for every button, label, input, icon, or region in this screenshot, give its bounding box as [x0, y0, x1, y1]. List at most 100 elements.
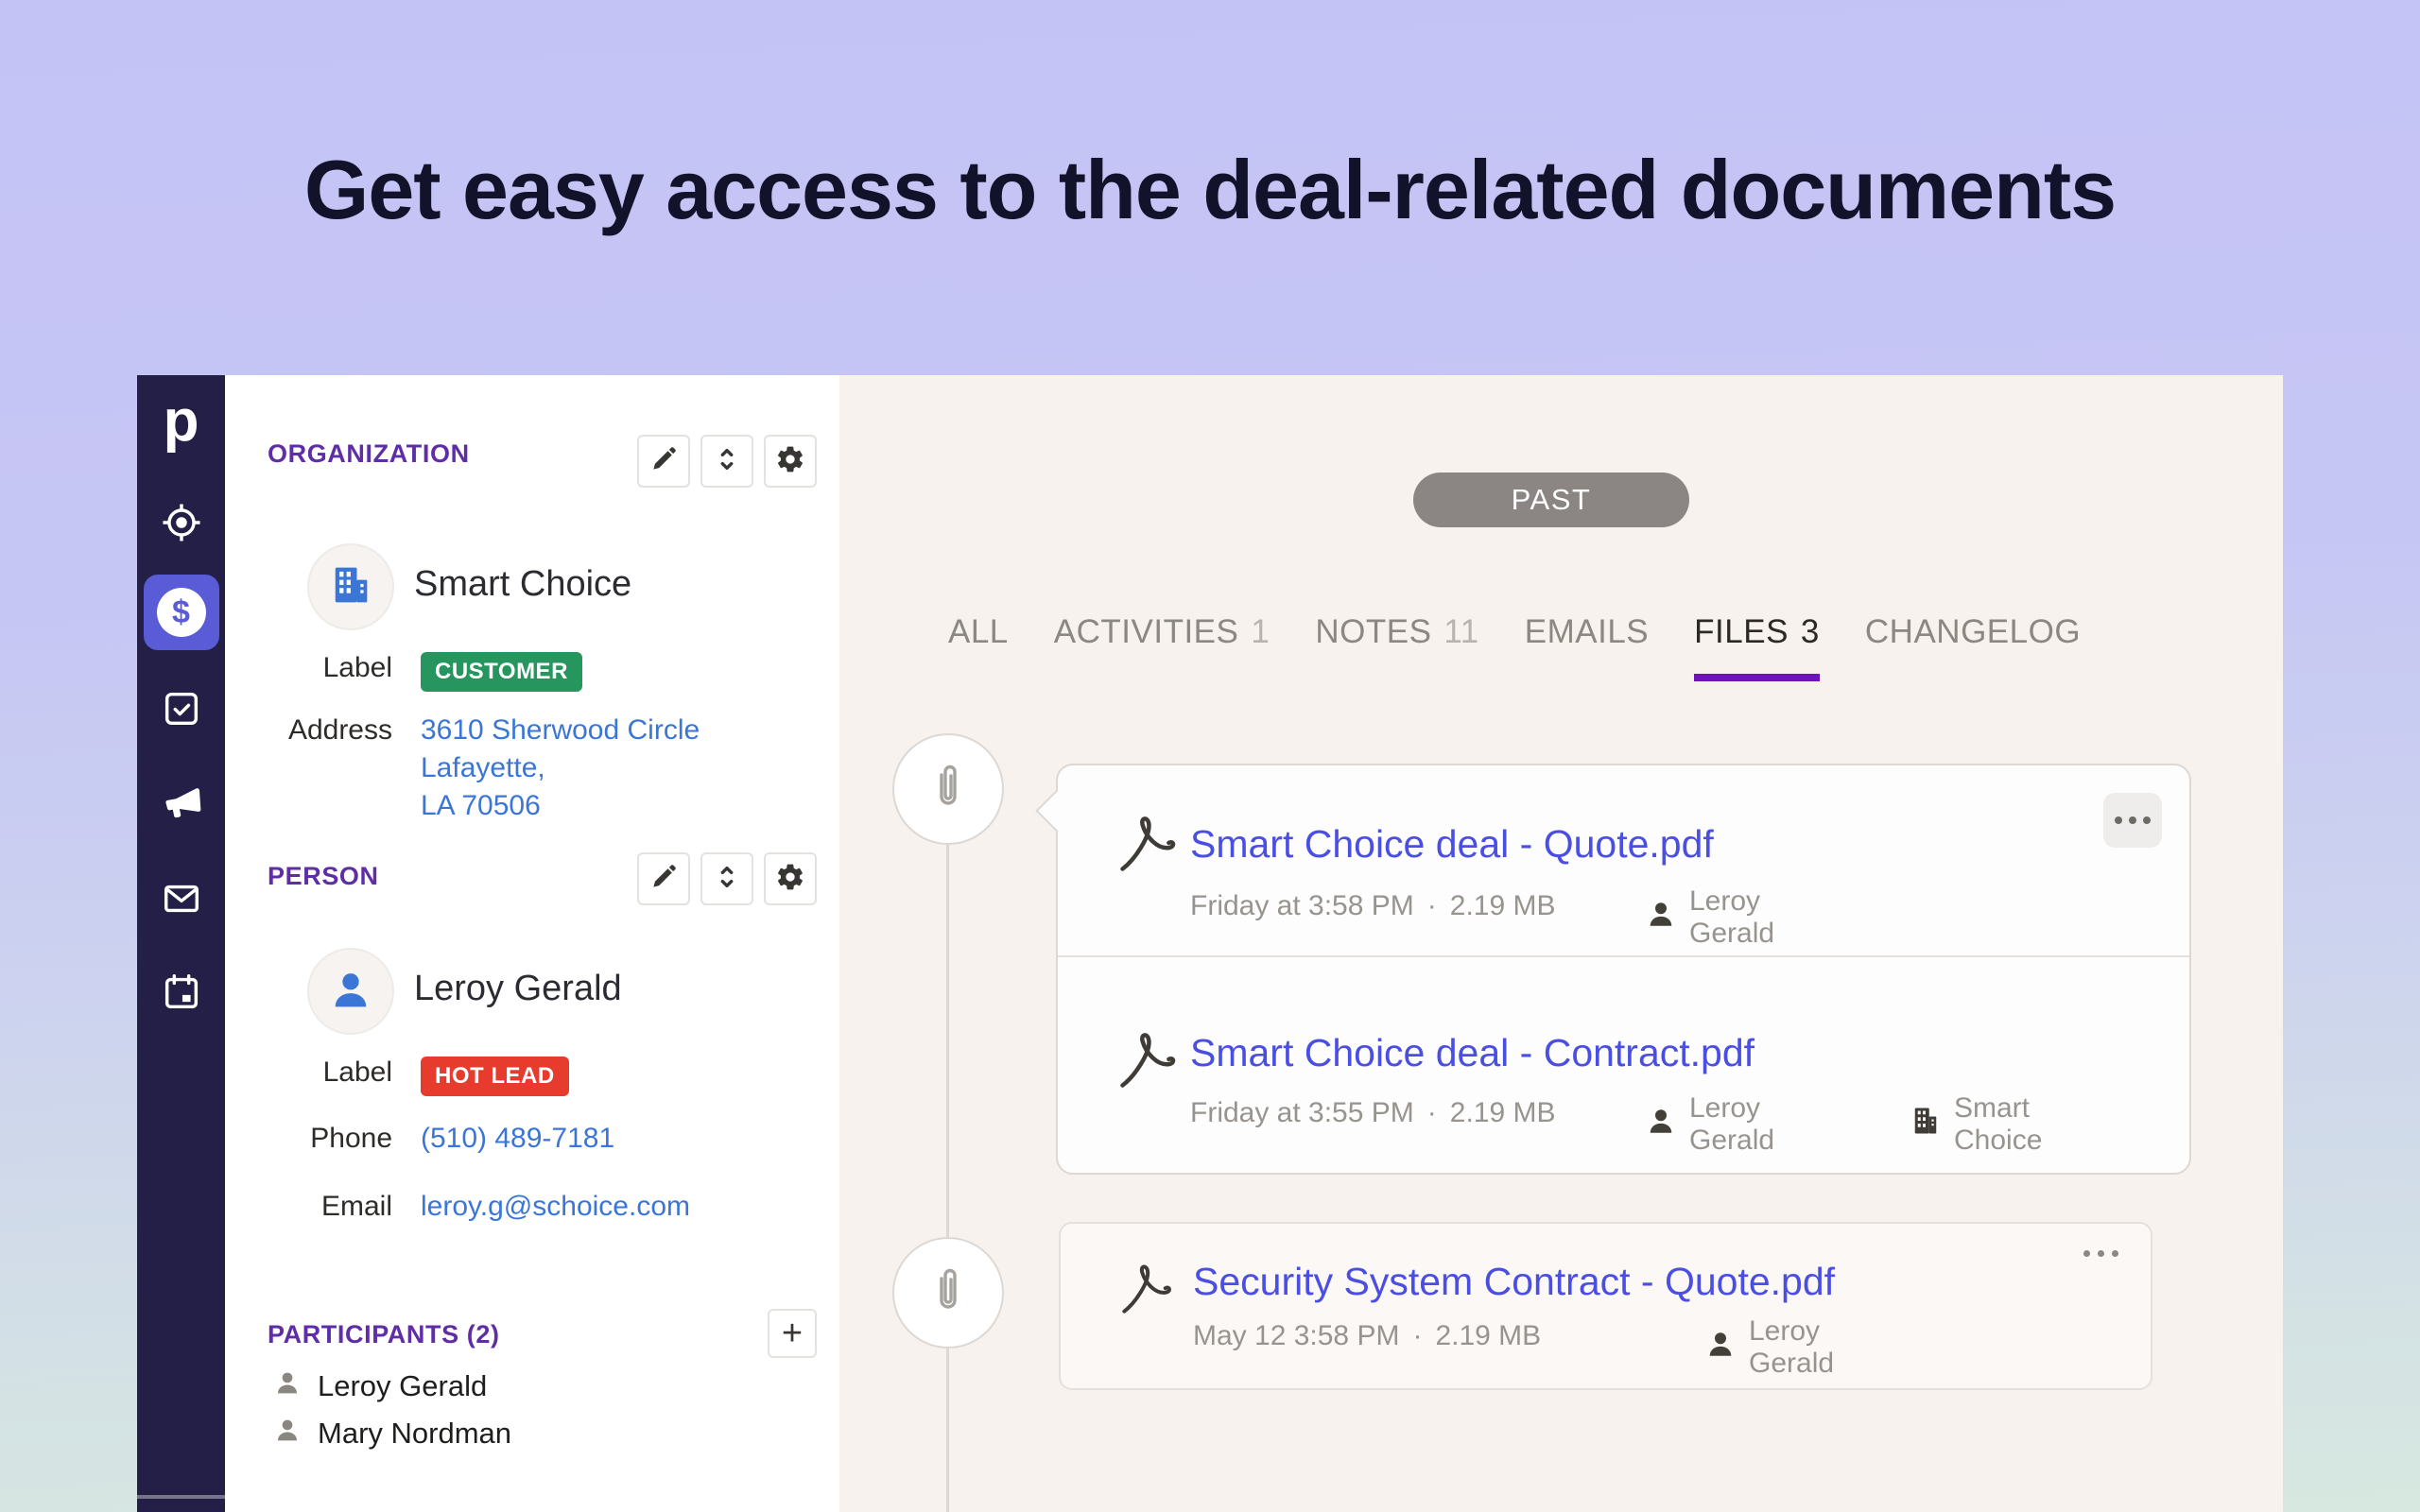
active-nav-highlight: $ [144, 575, 219, 650]
field-label: Label [268, 1054, 392, 1091]
file-more-button[interactable] [2103, 793, 2162, 848]
tab-emails[interactable]: EMAILS [1525, 613, 1649, 681]
person-icon [272, 1415, 302, 1452]
tab-label: FILES [1694, 613, 1789, 651]
person-section-header: PERSON [268, 862, 379, 891]
organization-settings-button[interactable] [764, 435, 817, 488]
sidebar-item-activities[interactable] [137, 678, 225, 744]
pdf-file-icon [1115, 1258, 1176, 1322]
person-icon [1703, 1327, 1737, 1368]
tab-notes[interactable]: NOTES11 [1315, 613, 1478, 681]
gear-icon [775, 862, 805, 897]
field-label: Address [268, 712, 392, 749]
participants-section-header: PARTICIPANTS (2) [268, 1320, 500, 1349]
tab-activities[interactable]: ACTIVITIES1 [1054, 613, 1270, 681]
organization-section-header: ORGANIZATION [268, 439, 470, 469]
calendar-icon [160, 971, 203, 1019]
file-meta: Friday at 3:58 PM · 2.19 MB Leroy Gerald [1190, 890, 1556, 922]
attachment-timeline-marker [892, 733, 1004, 845]
phone-link[interactable]: (510) 489-7181 [421, 1120, 614, 1158]
file-link[interactable]: Security System Contract - Quote.pdf [1193, 1260, 1835, 1304]
target-icon [160, 501, 203, 549]
pencil-icon [648, 444, 679, 479]
person-phone-row: Phone (510) 489-7181 [268, 1120, 614, 1158]
participant-name: Leroy Gerald [318, 1369, 487, 1403]
meta-separator: · [1412, 1320, 1422, 1352]
organization-label-row: Label CUSTOMER [268, 649, 582, 692]
envelope-icon [160, 877, 203, 925]
file-link[interactable]: Smart Choice deal - Quote.pdf [1190, 822, 1714, 867]
timeline-area: PAST ALL ACTIVITIES1 NOTES11 EMAILS FILE… [839, 375, 2283, 1512]
organization-avatar [307, 543, 394, 630]
participants-actions: + [768, 1309, 817, 1358]
app-window: p $ [137, 375, 2283, 1512]
page-title: Get easy access to the deal-related docu… [0, 142, 2420, 238]
tab-changelog[interactable]: CHANGELOG [1865, 613, 2081, 681]
paperclip-icon [927, 758, 969, 821]
checklist-icon [160, 687, 203, 735]
paperclip-icon [927, 1262, 969, 1325]
field-label: Email [268, 1188, 392, 1226]
tab-count: 11 [1443, 613, 1478, 659]
hero-banner: Get easy access to the deal-related docu… [0, 142, 2420, 238]
edit-person-button[interactable] [637, 852, 690, 905]
collapse-organization-button[interactable] [700, 435, 753, 488]
building-icon [326, 560, 375, 614]
address-line1: 3610 Sherwood Circle Lafayette, [421, 714, 700, 783]
person-actions [637, 852, 817, 905]
owner-name: Leroy Gerald [1689, 885, 1774, 950]
file-time: May 12 3:58 PM [1193, 1320, 1399, 1352]
sort-arrows-icon [712, 862, 742, 897]
file-meta: May 12 3:58 PM · 2.19 MB Leroy Gerald [1193, 1320, 1541, 1352]
gear-icon [775, 444, 805, 479]
sidebar-item-mail[interactable] [137, 868, 225, 934]
owner-name: Leroy Gerald [1689, 1092, 1774, 1157]
file-size: 2.19 MB [1450, 890, 1556, 922]
tab-files[interactable]: FILES3 [1694, 613, 1820, 681]
sidebar-nav: p $ [137, 375, 225, 1512]
sidebar-item-campaigns[interactable] [137, 772, 225, 838]
organization-name-link[interactable]: Smart Choice [414, 564, 631, 605]
file-row: Smart Choice deal - Contract.pdf Friday … [1058, 955, 2189, 1171]
person-name-link[interactable]: Leroy Gerald [414, 969, 622, 1009]
file-more-button[interactable] [2083, 1250, 2118, 1257]
person-label-row: Label HOT LEAD [268, 1054, 569, 1096]
pipedrive-logo[interactable]: p [137, 392, 225, 451]
address-link[interactable]: 3610 Sherwood Circle Lafayette, LA 70506 [421, 712, 799, 825]
sort-arrows-icon [712, 444, 742, 479]
tab-label: EMAILS [1525, 613, 1649, 659]
building-icon [1909, 1104, 1943, 1145]
person-icon [1644, 897, 1678, 938]
file-organization: Smart Choice [1909, 1092, 2042, 1157]
edit-organization-button[interactable] [637, 435, 690, 488]
add-participant-button[interactable]: + [768, 1309, 817, 1358]
person-settings-button[interactable] [764, 852, 817, 905]
megaphone-icon [160, 782, 203, 830]
file-time: Friday at 3:55 PM [1190, 1097, 1414, 1129]
sidebar-item-deals-active[interactable]: $ [137, 579, 225, 645]
timeline-line [946, 739, 949, 1512]
tab-all[interactable]: ALL [948, 613, 1009, 681]
attachment-timeline-marker [892, 1237, 1004, 1349]
participant-list-item[interactable]: Mary Nordman [272, 1415, 511, 1452]
file-link[interactable]: Smart Choice deal - Contract.pdf [1190, 1031, 1754, 1075]
tab-label: ALL [948, 613, 1009, 659]
file-owner: Leroy Gerald [1644, 885, 1774, 950]
hot-lead-badge: HOT LEAD [421, 1057, 569, 1096]
file-size: 2.19 MB [1435, 1320, 1541, 1352]
address-line2: LA 70506 [421, 790, 541, 821]
participant-list-item[interactable]: Leroy Gerald [272, 1367, 487, 1405]
file-row: Smart Choice deal - Quote.pdf Friday at … [1058, 765, 2189, 955]
email-link[interactable]: leroy.g@schoice.com [421, 1188, 690, 1226]
meta-separator: · [1427, 1097, 1437, 1129]
org-name: Smart Choice [1954, 1092, 2042, 1157]
sidebar-item-calendar[interactable] [137, 961, 225, 1027]
meta-separator: · [1427, 890, 1437, 922]
collapse-person-button[interactable] [700, 852, 753, 905]
organization-actions [637, 435, 817, 488]
tab-label: CHANGELOG [1865, 613, 2081, 659]
past-scroll-indicator: PAST [1413, 472, 1689, 527]
sidebar-item-leads[interactable] [137, 491, 225, 558]
person-avatar [307, 948, 394, 1035]
pencil-icon [648, 862, 679, 897]
